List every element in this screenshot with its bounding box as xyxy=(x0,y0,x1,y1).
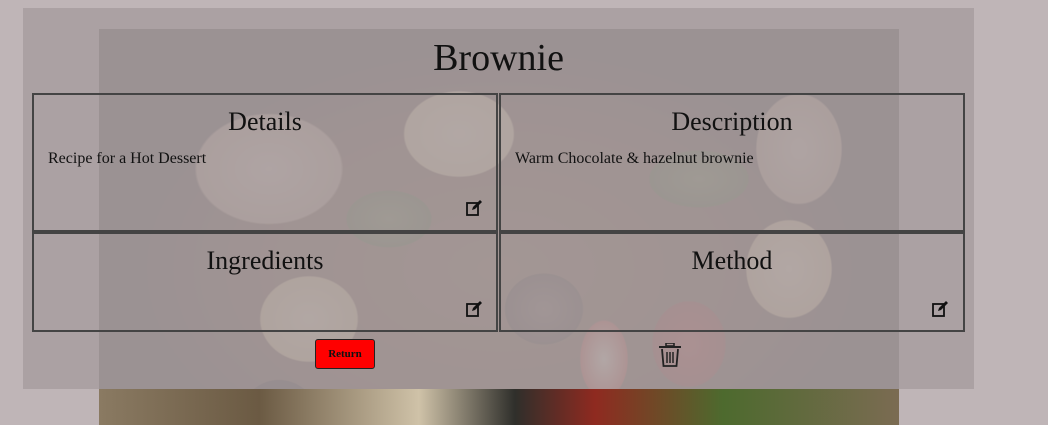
description-text: Warm Chocolate & hazelnut brownie xyxy=(515,150,754,167)
ingredients-heading: Ingredients xyxy=(206,246,324,275)
method-card: Method xyxy=(499,232,965,332)
trash-icon[interactable] xyxy=(659,343,681,367)
edit-icon[interactable] xyxy=(932,301,948,317)
page-title: Brownie xyxy=(433,37,564,79)
description-card: Description Warm Chocolate & hazelnut br… xyxy=(499,93,965,232)
ingredients-card: Ingredients xyxy=(32,232,498,332)
background-photo-strip xyxy=(99,389,899,425)
edit-icon[interactable] xyxy=(466,301,482,317)
return-button[interactable]: Return xyxy=(315,339,375,369)
method-heading: Method xyxy=(691,246,773,275)
description-heading: Description xyxy=(671,107,793,136)
details-text: Recipe for a Hot Dessert xyxy=(48,150,207,167)
edit-icon[interactable] xyxy=(466,200,482,216)
details-heading: Details xyxy=(228,107,302,136)
details-card: Details Recipe for a Hot Dessert xyxy=(32,93,498,232)
